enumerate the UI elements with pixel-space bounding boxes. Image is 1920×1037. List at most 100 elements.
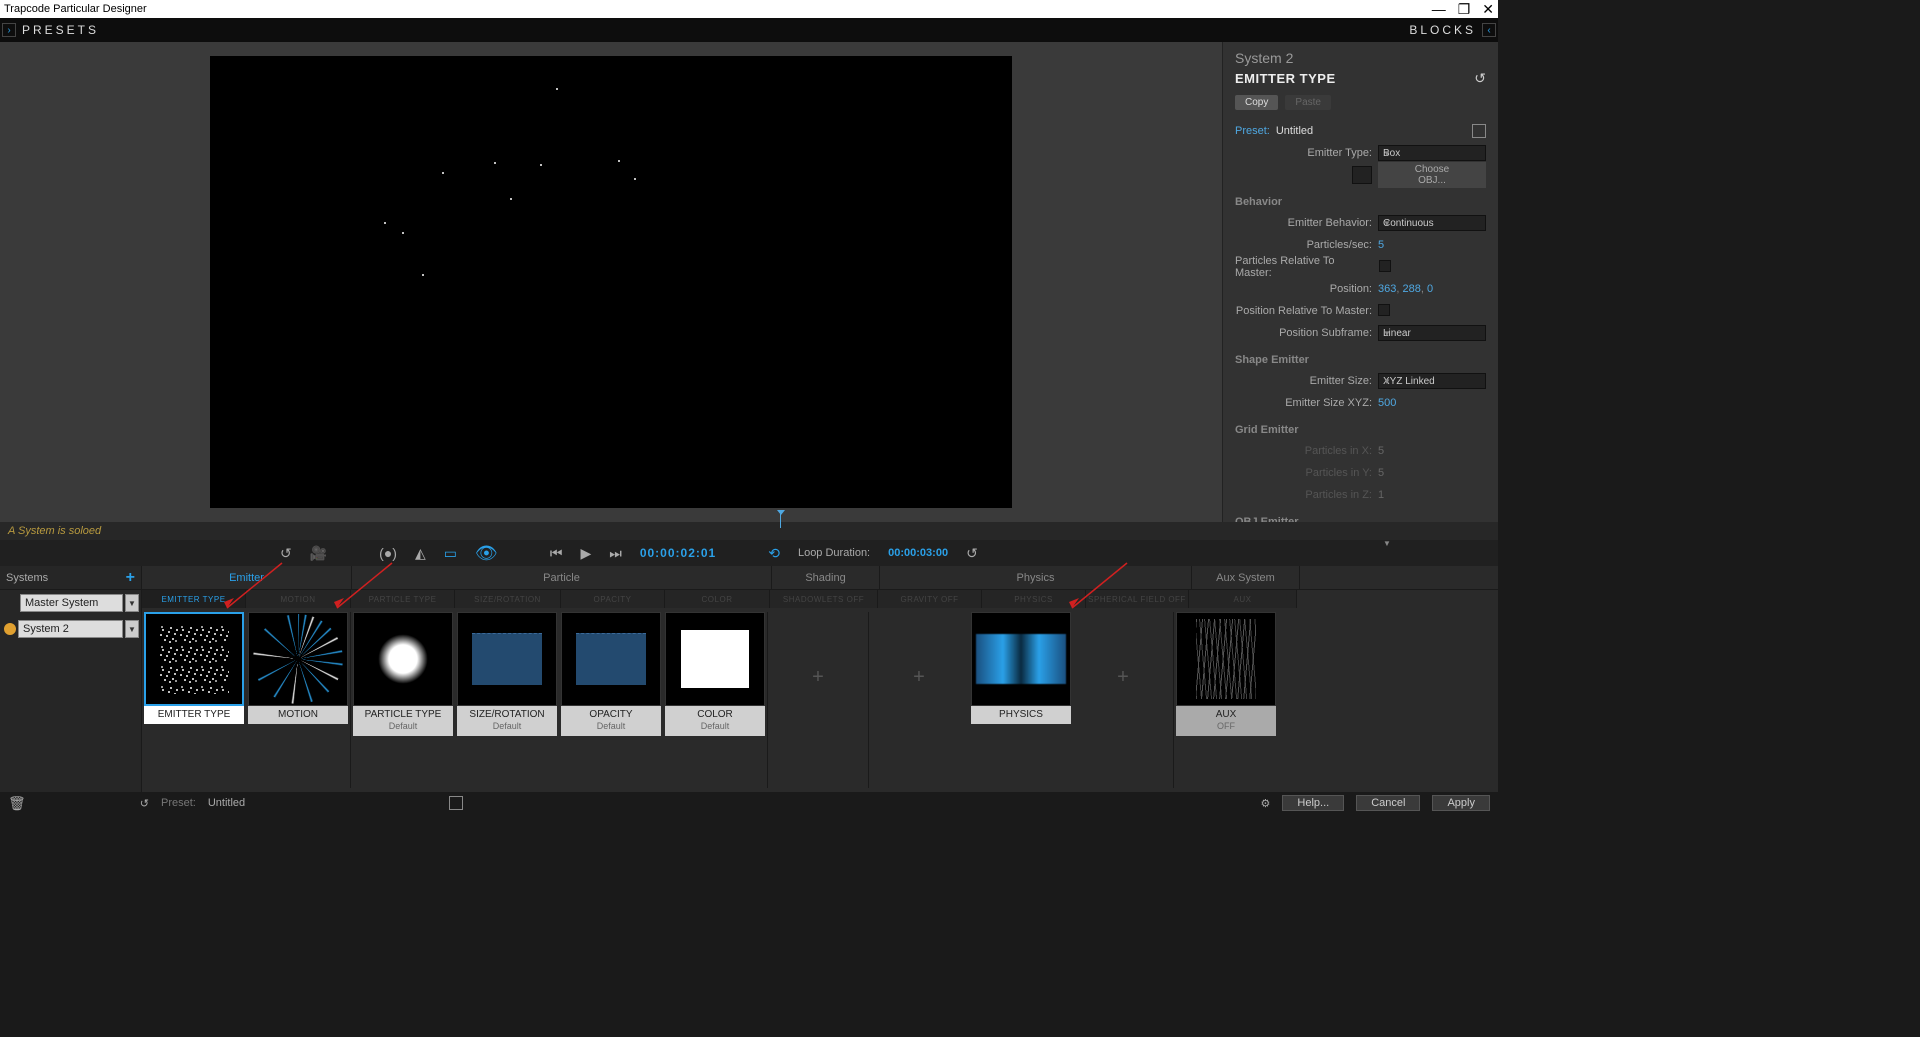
timecode-display[interactable]: 00:00:02:01 xyxy=(640,546,716,560)
thumb-aux-icon xyxy=(1196,619,1256,699)
subheader-opacity[interactable]: OPACITY xyxy=(561,590,665,608)
block-size-rotation[interactable]: SIZE/ROTATIONDefault xyxy=(457,612,557,788)
presets-label[interactable]: PRESETS xyxy=(22,23,99,37)
block-emitter-type[interactable]: EMITTER TYPE xyxy=(144,612,244,788)
wireframe-icon[interactable]: ◭ xyxy=(415,545,426,562)
visibility-icon[interactable]: 👁 xyxy=(475,543,498,564)
emitter-type-label: Emitter Type: xyxy=(1307,147,1372,159)
subheader-gravity[interactable]: GRAVITY OFF xyxy=(878,590,982,608)
footer-save-icon[interactable] xyxy=(449,796,463,810)
group-header-physics[interactable]: Physics xyxy=(880,566,1192,589)
emitter-behavior-value: Continuous xyxy=(1383,218,1434,229)
subheader-emitter-type[interactable]: EMITTER TYPE xyxy=(142,590,246,608)
system-dropdown-master[interactable]: Master System xyxy=(20,594,123,612)
position-label: Position: xyxy=(1330,283,1372,295)
particle-dot xyxy=(442,172,444,174)
position-rel-master-checkbox[interactable] xyxy=(1378,304,1390,316)
block-label: SIZE/ROTATION xyxy=(469,709,544,720)
group-header-emitter[interactable]: Emitter xyxy=(142,566,352,589)
footer-preset-value[interactable]: Untitled xyxy=(208,797,245,809)
alpha-icon[interactable]: (●) xyxy=(379,545,397,561)
block-color[interactable]: COLORDefault xyxy=(665,612,765,788)
position-subframe-dropdown[interactable]: Linear▼ xyxy=(1378,325,1486,341)
subheader-aux[interactable]: AUX xyxy=(1189,590,1297,608)
system-dropdown-system2[interactable]: System 2 xyxy=(18,620,123,638)
system-dropdown-arrow[interactable]: ▼ xyxy=(125,620,139,638)
particles-y-value: 5 xyxy=(1378,467,1486,479)
window-title: Trapcode Particular Designer xyxy=(4,3,147,15)
block-physics[interactable]: PHYSICS xyxy=(971,612,1071,788)
block-opacity[interactable]: OPACITYDefault xyxy=(561,612,661,788)
preset-value[interactable]: Untitled xyxy=(1276,125,1384,137)
status-message: A System is soloed xyxy=(8,525,101,537)
emitter-behavior-dropdown[interactable]: Continuous▼ xyxy=(1378,215,1486,231)
loop-icon[interactable]: ⟲ xyxy=(768,545,780,562)
footer-reset-icon[interactable]: ↺ xyxy=(140,797,149,810)
shape-emitter-section-header: Shape Emitter xyxy=(1235,354,1486,366)
skip-back-icon[interactable]: ⏮ xyxy=(550,545,563,562)
cancel-button[interactable]: Cancel xyxy=(1356,795,1420,811)
help-button[interactable]: Help... xyxy=(1282,795,1344,811)
presets-toggle-icon[interactable]: › xyxy=(2,23,16,37)
emitter-size-xyz-value[interactable]: 500 xyxy=(1378,397,1486,409)
system-dropdown-arrow[interactable]: ▼ xyxy=(125,594,139,612)
system-solo-icon[interactable] xyxy=(4,623,16,635)
thumb-white-icon xyxy=(681,630,749,688)
preset-label: Preset: xyxy=(1235,125,1270,137)
subheader-particle-type[interactable]: PARTICLE TYPE xyxy=(351,590,455,608)
thumb-burst-icon xyxy=(253,614,343,704)
preview-viewport[interactable] xyxy=(210,56,1012,508)
bounds-icon[interactable]: ▭ xyxy=(444,545,457,562)
trash-icon[interactable]: 🗑 xyxy=(8,795,26,812)
position-subframe-label: Position Subframe: xyxy=(1279,327,1372,339)
block-motion[interactable]: MOTION xyxy=(248,612,348,788)
emitter-size-value: XYZ Linked xyxy=(1383,376,1435,387)
loop-reset-icon[interactable]: ↺ xyxy=(966,545,978,562)
emitter-behavior-label: Emitter Behavior: xyxy=(1288,217,1372,229)
footer-preset-label: Preset: xyxy=(161,797,196,809)
group-header-aux[interactable]: Aux System xyxy=(1192,566,1300,589)
window-maximize-icon[interactable]: ❐ xyxy=(1458,1,1471,18)
particles-rel-master-checkbox[interactable] xyxy=(1379,260,1391,272)
camera-icon[interactable]: 🎥 xyxy=(310,545,327,562)
subheader-color[interactable]: COLOR xyxy=(665,590,770,608)
particle-dot xyxy=(540,164,542,166)
subheader-motion[interactable]: MOTION xyxy=(246,590,351,608)
block-label: OPACITY xyxy=(589,709,632,720)
emitter-type-dropdown[interactable]: Box▼ xyxy=(1378,145,1486,161)
window-minimize-icon[interactable]: — xyxy=(1432,1,1446,18)
timeline-playhead[interactable] xyxy=(780,514,781,528)
add-system-button[interactable]: + xyxy=(126,569,135,587)
particles-rel-master-label: Particles Relative To Master: xyxy=(1235,255,1373,279)
subheader-shadowlets[interactable]: SHADOWLETS OFF xyxy=(770,590,878,608)
reset-icon[interactable]: ↺ xyxy=(1474,70,1486,87)
add-spherical-block[interactable]: + xyxy=(1073,612,1173,742)
subheader-spherical[interactable]: SPHERICAL FIELD OFF xyxy=(1086,590,1189,608)
skip-forward-icon[interactable]: ⏭ xyxy=(609,545,622,562)
group-header-particle[interactable]: Particle xyxy=(352,566,772,589)
apply-button[interactable]: Apply xyxy=(1432,795,1490,811)
block-particle-type[interactable]: PARTICLE TYPEDefault xyxy=(353,612,453,788)
particle-dot xyxy=(618,160,620,162)
position-value[interactable]: 363, 288, 0 xyxy=(1378,283,1486,295)
add-shading-block[interactable]: + xyxy=(768,612,868,742)
block-aux[interactable]: AUXOFF xyxy=(1176,612,1276,788)
subheader-size-rotation[interactable]: SIZE/ROTATION xyxy=(455,590,561,608)
loop-duration-value[interactable]: 00:00:03:00 xyxy=(888,547,948,559)
copy-button[interactable]: Copy xyxy=(1235,95,1278,110)
block-sublabel: OFF xyxy=(1217,721,1235,731)
choose-obj-button[interactable]: Choose OBJ... xyxy=(1378,162,1486,188)
undo-icon[interactable]: ↺ xyxy=(280,545,292,562)
emitter-size-dropdown[interactable]: XYZ Linked▼ xyxy=(1378,373,1486,389)
subheader-physics[interactable]: PHYSICS xyxy=(982,590,1086,608)
play-icon[interactable]: ▶ xyxy=(580,545,591,562)
add-gravity-block[interactable]: + xyxy=(869,612,969,742)
blocks-toggle-icon[interactable]: ‹ xyxy=(1482,23,1496,37)
blocks-label[interactable]: BLOCKS xyxy=(1409,23,1476,37)
system-visibility-icon[interactable] xyxy=(2,595,18,611)
particles-sec-value[interactable]: 5 xyxy=(1378,239,1486,251)
group-header-shading[interactable]: Shading xyxy=(772,566,880,589)
save-preset-icon[interactable] xyxy=(1472,124,1486,138)
settings-icon[interactable]: ⚙ xyxy=(1261,797,1271,810)
window-close-icon[interactable]: ✕ xyxy=(1482,1,1494,18)
